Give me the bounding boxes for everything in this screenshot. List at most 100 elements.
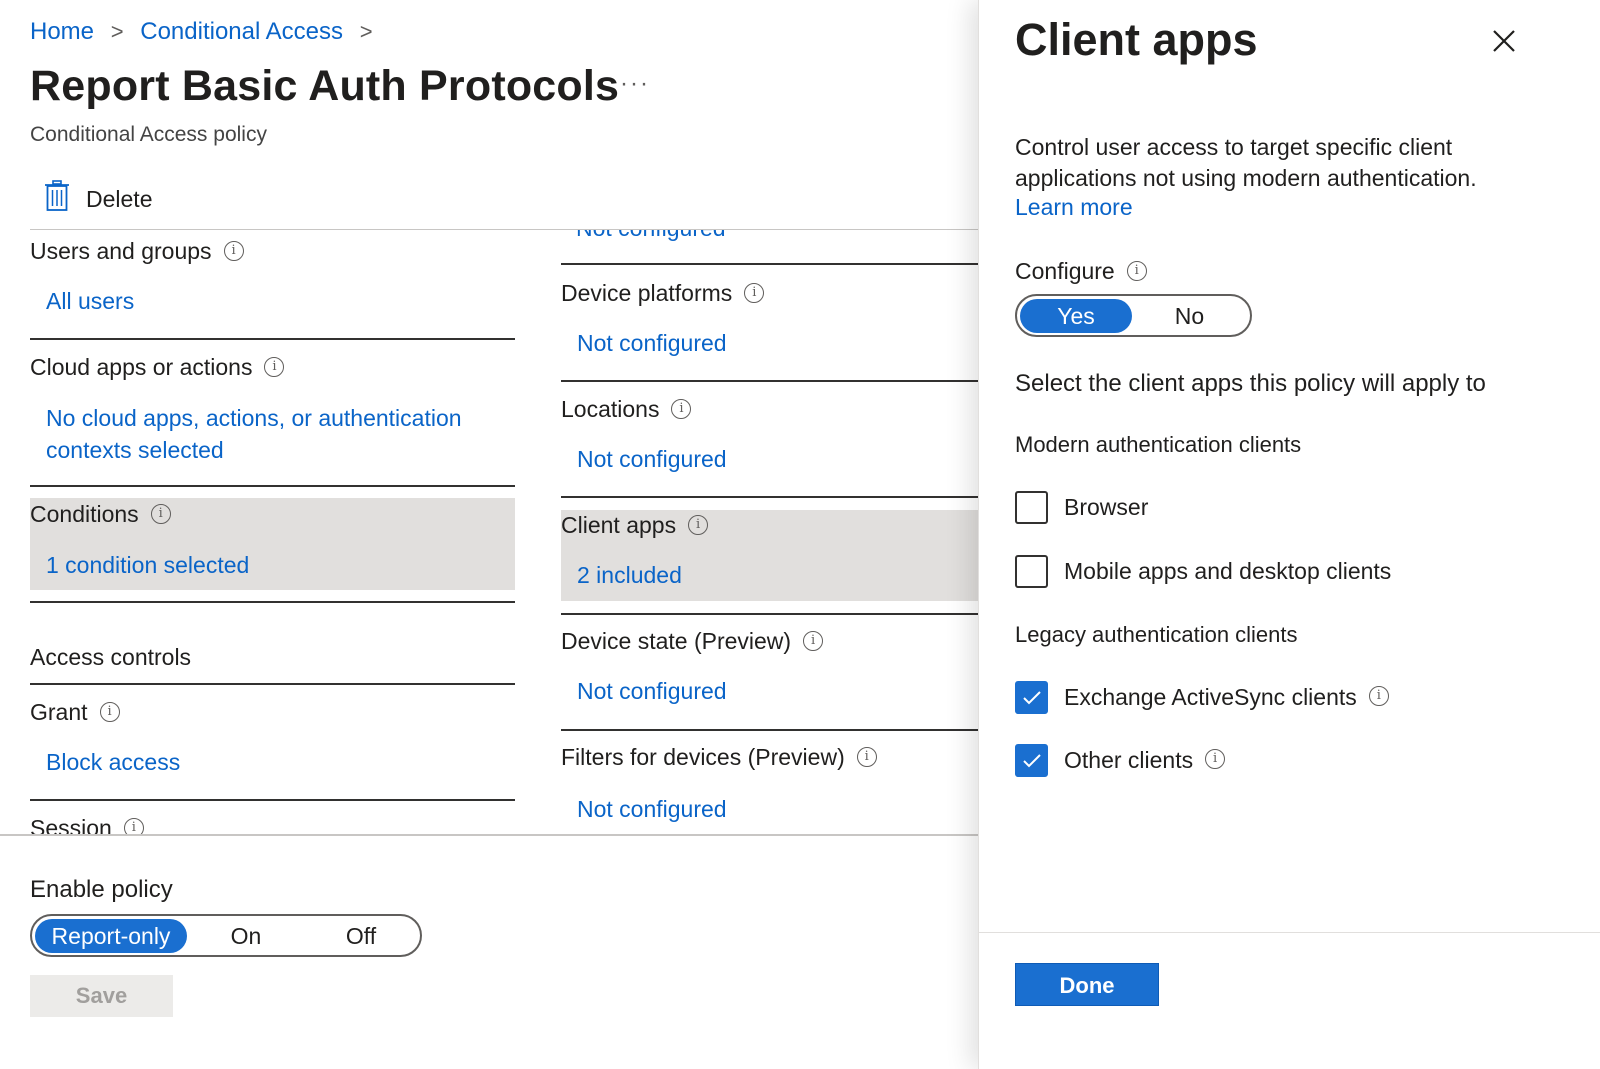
- legacy-auth-group-label: Legacy authentication clients: [1015, 622, 1298, 647]
- info-icon[interactable]: i: [264, 356, 285, 377]
- select-client-apps-label: Select the client apps this policy will …: [1015, 370, 1486, 397]
- info-icon[interactable]: i: [150, 503, 171, 524]
- client-apps-panel: Client apps Control user access to targe…: [978, 0, 1600, 1069]
- exchange-activesync-checkbox[interactable]: [1015, 681, 1048, 714]
- divider: [561, 380, 979, 382]
- breadcrumb-chevron-icon: >: [359, 19, 373, 44]
- learn-more-link[interactable]: Learn more: [1015, 194, 1133, 221]
- access-controls-heading: Access controls: [30, 644, 192, 670]
- cloud-apps-value-line: contexts selected: [46, 437, 224, 463]
- client-apps-value[interactable]: 2 included: [577, 559, 682, 591]
- device-state-value[interactable]: Not configured: [577, 675, 727, 707]
- filters-devices-label: Filters for devices (Preview): [561, 744, 845, 770]
- footer-divider: [0, 834, 980, 836]
- configure-label: Configure i: [1015, 258, 1147, 285]
- session-title: Session i: [30, 815, 144, 834]
- mobile-desktop-label: Mobile apps and desktop clients: [1064, 558, 1392, 584]
- configure-label-text: Configure: [1015, 258, 1115, 284]
- info-icon[interactable]: i: [1368, 685, 1389, 706]
- cloud-apps-value[interactable]: No cloud apps, actions, or authenticatio…: [46, 402, 462, 466]
- info-icon[interactable]: i: [123, 817, 144, 834]
- cloud-apps-value-line: No cloud apps, actions, or authenticatio…: [46, 405, 462, 431]
- panel-title: Client apps: [1015, 14, 1258, 65]
- configure-toggle[interactable]: Yes No: [1015, 294, 1252, 337]
- page-title: Report Basic Auth Protocols: [30, 62, 620, 110]
- client-apps-title: Client apps i: [561, 512, 709, 539]
- exchange-activesync-label: Exchange ActiveSync clients: [1064, 684, 1357, 710]
- more-options-icon[interactable]: ···: [620, 70, 650, 98]
- browser-checkbox-row[interactable]: Browser: [1015, 491, 1148, 524]
- grant-title: Grant i: [30, 699, 120, 726]
- scrolled-not-configured-value[interactable]: Not configured: [576, 230, 726, 244]
- device-platforms-title: Device platforms i: [561, 280, 765, 307]
- done-button[interactable]: Done: [1015, 963, 1159, 1006]
- breadcrumb-chevron-icon: >: [110, 19, 124, 44]
- panel-footer-divider: [979, 932, 1600, 933]
- info-icon[interactable]: i: [1126, 260, 1147, 281]
- users-groups-title: Users and groups i: [30, 238, 244, 265]
- conditions-value[interactable]: 1 condition selected: [46, 549, 249, 581]
- divider: [561, 613, 979, 615]
- other-clients-checkbox-row[interactable]: Other clients i: [1015, 744, 1226, 777]
- cloud-apps-title: Cloud apps or actions i: [30, 354, 285, 381]
- grant-value[interactable]: Block access: [46, 746, 180, 778]
- close-icon[interactable]: [1491, 28, 1517, 59]
- info-icon[interactable]: i: [223, 240, 244, 261]
- info-icon[interactable]: i: [856, 746, 877, 767]
- info-icon[interactable]: i: [744, 282, 765, 303]
- conditions-label: Conditions: [30, 501, 139, 527]
- device-state-label: Device state (Preview): [561, 628, 792, 654]
- on-option[interactable]: On: [187, 919, 305, 953]
- trash-icon: [44, 180, 70, 218]
- breadcrumb-conditional-access-link[interactable]: Conditional Access: [140, 18, 343, 45]
- divider: [30, 683, 515, 685]
- other-clients-label: Other clients: [1064, 747, 1194, 773]
- info-icon[interactable]: i: [688, 514, 709, 535]
- info-icon[interactable]: i: [803, 630, 824, 651]
- other-clients-checkbox[interactable]: [1015, 744, 1048, 777]
- filters-devices-value[interactable]: Not configured: [577, 793, 727, 825]
- configure-no-option[interactable]: No: [1132, 299, 1247, 333]
- device-platforms-value[interactable]: Not configured: [577, 327, 727, 359]
- checkmark-icon: [1022, 690, 1041, 704]
- modern-auth-group-label: Modern authentication clients: [1015, 432, 1302, 457]
- save-button[interactable]: Save: [30, 975, 173, 1017]
- info-icon[interactable]: i: [671, 398, 692, 419]
- enable-policy-toggle[interactable]: Report-only On Off: [30, 914, 422, 957]
- exchange-activesync-checkbox-row[interactable]: Exchange ActiveSync clients i: [1015, 681, 1389, 714]
- browser-label: Browser: [1064, 494, 1149, 520]
- mobile-desktop-checkbox-row[interactable]: Mobile apps and desktop clients: [1015, 555, 1391, 588]
- divider: [30, 485, 515, 487]
- info-icon[interactable]: i: [99, 701, 120, 722]
- locations-label: Locations: [561, 396, 660, 422]
- breadcrumb: Home > Conditional Access >: [30, 18, 383, 46]
- breadcrumb-home-link[interactable]: Home: [30, 18, 94, 45]
- delete-button[interactable]: Delete: [44, 180, 152, 218]
- panel-description: Control user access to target specific c…: [1015, 134, 1477, 191]
- session-clip: Session i: [30, 800, 530, 834]
- enable-policy-label: Enable policy: [30, 876, 173, 903]
- checkmark-icon: [1022, 753, 1041, 767]
- browser-checkbox[interactable]: [1015, 491, 1048, 524]
- report-only-option[interactable]: Report-only: [35, 918, 187, 953]
- divider: [561, 263, 979, 265]
- configure-yes-option[interactable]: Yes: [1020, 298, 1132, 333]
- page-subtitle: Conditional Access policy: [30, 123, 267, 146]
- client-apps-label: Client apps: [561, 512, 677, 538]
- locations-value[interactable]: Not configured: [577, 443, 727, 475]
- off-option[interactable]: Off: [305, 919, 417, 953]
- mobile-desktop-checkbox[interactable]: [1015, 555, 1048, 588]
- delete-label: Delete: [86, 185, 153, 212]
- cloud-apps-label: Cloud apps or actions: [30, 354, 253, 380]
- divider: [561, 729, 979, 731]
- divider: [30, 338, 515, 340]
- grant-label: Grant: [30, 699, 88, 725]
- session-label: Session: [30, 815, 112, 834]
- filters-devices-title: Filters for devices (Preview) i: [561, 744, 877, 771]
- scrolled-value-clip: Not configured: [561, 230, 981, 244]
- info-icon[interactable]: i: [1205, 748, 1226, 769]
- device-state-title: Device state (Preview) i: [561, 628, 824, 655]
- locations-title: Locations i: [561, 396, 692, 423]
- users-groups-value[interactable]: All users: [46, 285, 134, 317]
- device-platforms-label: Device platforms: [561, 280, 733, 306]
